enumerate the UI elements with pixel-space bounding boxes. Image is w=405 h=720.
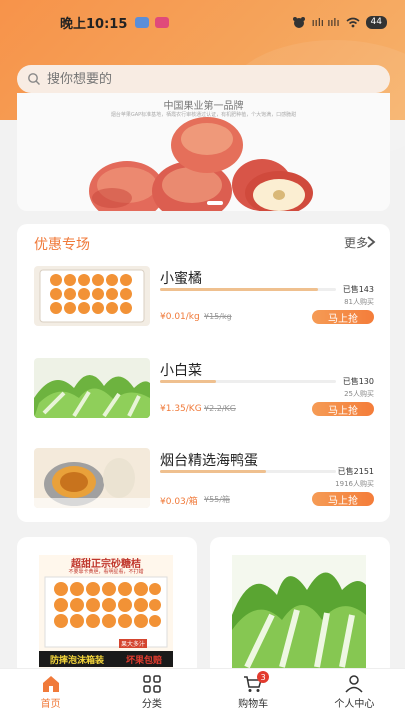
sales-progress-bar <box>160 380 336 383</box>
wifi-icon <box>346 17 360 27</box>
sale-price: ¥0.03/箱 <box>160 497 198 507</box>
product-image-duck-eggs <box>34 448 150 508</box>
sale-price: ¥1.35/KG <box>160 404 202 414</box>
grab-now-button[interactable]: 马上抢 <box>312 310 374 325</box>
tab-label: 购物车 <box>238 699 269 710</box>
user-icon <box>345 675 363 693</box>
sold-count: 已售130 <box>342 377 374 386</box>
product-image-oranges <box>34 266 150 326</box>
cart-badge: 3 <box>257 671 270 683</box>
promo-more-link[interactable]: 更多 <box>344 234 368 251</box>
product-image-bok-choy-large <box>232 555 366 670</box>
notification-app-icon <box>135 16 150 28</box>
tab-label: 首页 <box>40 699 61 710</box>
grid-icon <box>143 675 161 693</box>
grab-now-button[interactable]: 马上抢 <box>312 402 374 417</box>
banner-carousel[interactable]: 中国果业第一品牌 烟台苹果GAP标准基地，栖霞农行审核通过认证，有机肥种植，个大… <box>17 93 390 211</box>
search-icon <box>28 73 40 85</box>
tab-home[interactable]: 首页 <box>0 669 101 720</box>
battery-indicator: 44 <box>365 15 387 29</box>
search-bar[interactable] <box>17 65 390 93</box>
product-image-oranges-box: 超甜正宗砂糖桔 不要靠卡黄胆，看明星看，不打蜡 果大多汁 防摔泡沫箱装 坏果包赔 <box>39 555 173 670</box>
sales-progress-bar <box>160 470 336 473</box>
product-name: 小蜜橘 <box>160 271 202 287</box>
tab-cart[interactable]: 3 购物车 <box>203 669 304 720</box>
buyer-count: 25人购买 <box>344 390 374 398</box>
original-price: ¥15/kg <box>204 312 232 321</box>
tab-profile[interactable]: 个人中心 <box>304 669 405 720</box>
tab-category[interactable]: 分类 <box>101 669 202 720</box>
product-name: 烟台精选海鸭蛋 <box>160 453 258 469</box>
original-price: ¥55/箱 <box>204 495 230 504</box>
signal-icon: ıılı ıılı <box>311 15 340 29</box>
promo-item[interactable]: 小白菜 已售130 25人购买 ¥1.35/KG ¥2.2/KG 马上抢 <box>34 358 374 438</box>
grab-now-button[interactable]: 马上抢 <box>312 492 374 507</box>
buyer-count: 81人购买 <box>344 298 374 306</box>
bottom-tab-bar: 首页 分类 3 购物车 个人中心 <box>0 668 405 720</box>
chevron-right-icon[interactable] <box>366 235 376 249</box>
tab-label: 分类 <box>141 699 162 710</box>
music-app-icon <box>155 16 170 28</box>
buyer-count: 1916人购买 <box>335 480 374 488</box>
status-time: 晚上10:15 <box>60 16 128 32</box>
sales-progress-bar <box>160 288 336 291</box>
product-name: 小白菜 <box>160 363 202 379</box>
promo-title: 优惠专场 <box>34 237 90 253</box>
product-card-bok-choy[interactable] <box>210 537 390 677</box>
sold-count: 已售2151 <box>337 467 374 476</box>
bear-icon <box>292 17 305 28</box>
promo-item[interactable]: 小蜜橘 已售143 81人购买 ¥0.01/kg ¥15/kg 马上抢 <box>34 266 374 346</box>
status-bar: 晚上10:15 ıılı ıılı 44 <box>0 0 405 44</box>
carousel-indicator <box>207 201 223 205</box>
search-input[interactable] <box>47 71 347 87</box>
promo-item[interactable]: 烟台精选海鸭蛋 已售2151 1916人购买 ¥0.03/箱 ¥55/箱 马上抢 <box>34 448 374 528</box>
product-card-oranges[interactable]: 超甜正宗砂糖桔 不要靠卡黄胆，看明星看，不打蜡 果大多汁 防摔泡沫箱装 坏果包赔 <box>17 537 197 677</box>
home-icon <box>42 676 59 692</box>
original-price: ¥2.2/KG <box>204 404 236 413</box>
sold-count: 已售143 <box>342 285 374 294</box>
product-image-bok-choy <box>34 358 150 418</box>
sale-price: ¥0.01/kg <box>160 312 200 322</box>
apples-banner-image <box>89 117 313 211</box>
tab-label: 个人中心 <box>334 699 375 710</box>
promo-section: 优惠专场 更多 小蜜橘 已售143 81人购买 ¥0.01/kg ¥15/kg … <box>17 224 390 522</box>
